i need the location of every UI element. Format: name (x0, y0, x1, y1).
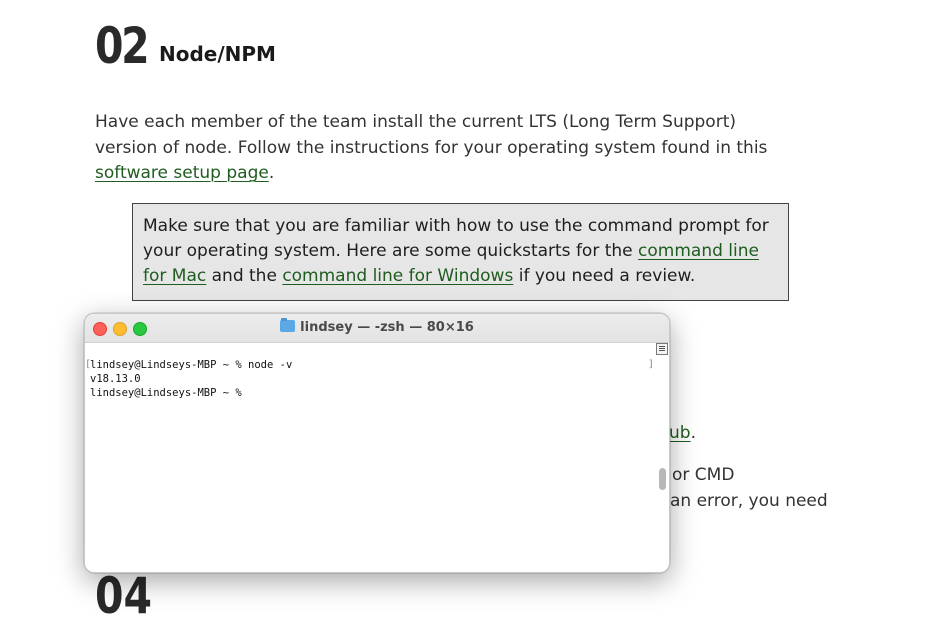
folder-icon (280, 318, 296, 332)
software-setup-link[interactable]: software setup page (95, 163, 269, 183)
terminal-titlebar[interactable]: lindsey — -zsh — 80×16 (85, 314, 669, 343)
partially-hidden-link[interactable]: ub (669, 423, 691, 443)
section-number: 02 (95, 17, 150, 75)
terminal-title: lindsey — -zsh — 80×16 (85, 318, 669, 335)
hidden-link-period: . (690, 423, 696, 443)
terminal-window[interactable]: lindsey — -zsh — 80×16 [ ] lindsey@Linds… (84, 313, 670, 573)
intro-period: . (268, 163, 275, 183)
next-section-number: 04 (95, 567, 153, 625)
terminal-content[interactable]: [ ] lindsey@Lindseys-MBP ~ % node -v v18… (85, 343, 669, 572)
callout-text-and: and the (206, 266, 283, 286)
scrollbar-thumb[interactable] (659, 468, 666, 490)
hidden-text-cmd: or CMD (672, 465, 735, 485)
hidden-link-line: ub. (669, 421, 696, 446)
intro-paragraph: Have each member of the team install the… (95, 110, 795, 187)
terminal-title-text: lindsey — -zsh — 80×16 (300, 320, 474, 335)
hidden-text-error: an error, you need (670, 491, 828, 511)
command-line-windows-link[interactable]: command line for Windows (282, 266, 513, 286)
intro-text: Have each member of the team install the… (95, 112, 768, 158)
scrollbar-menu-icon[interactable] (656, 343, 668, 355)
callout-text-review: if you need a review. (513, 266, 696, 286)
mark-bracket-right: ] (647, 359, 654, 370)
terminal-line: v18.13.0 (90, 373, 141, 385)
callout-box: Make sure that you are familiar with how… (132, 203, 789, 301)
terminal-line: lindsey@Lindseys-MBP ~ % (90, 387, 249, 399)
terminal-line: lindsey@Lindseys-MBP ~ % node -v (90, 359, 293, 371)
section-title: Node/NPM (159, 42, 276, 66)
